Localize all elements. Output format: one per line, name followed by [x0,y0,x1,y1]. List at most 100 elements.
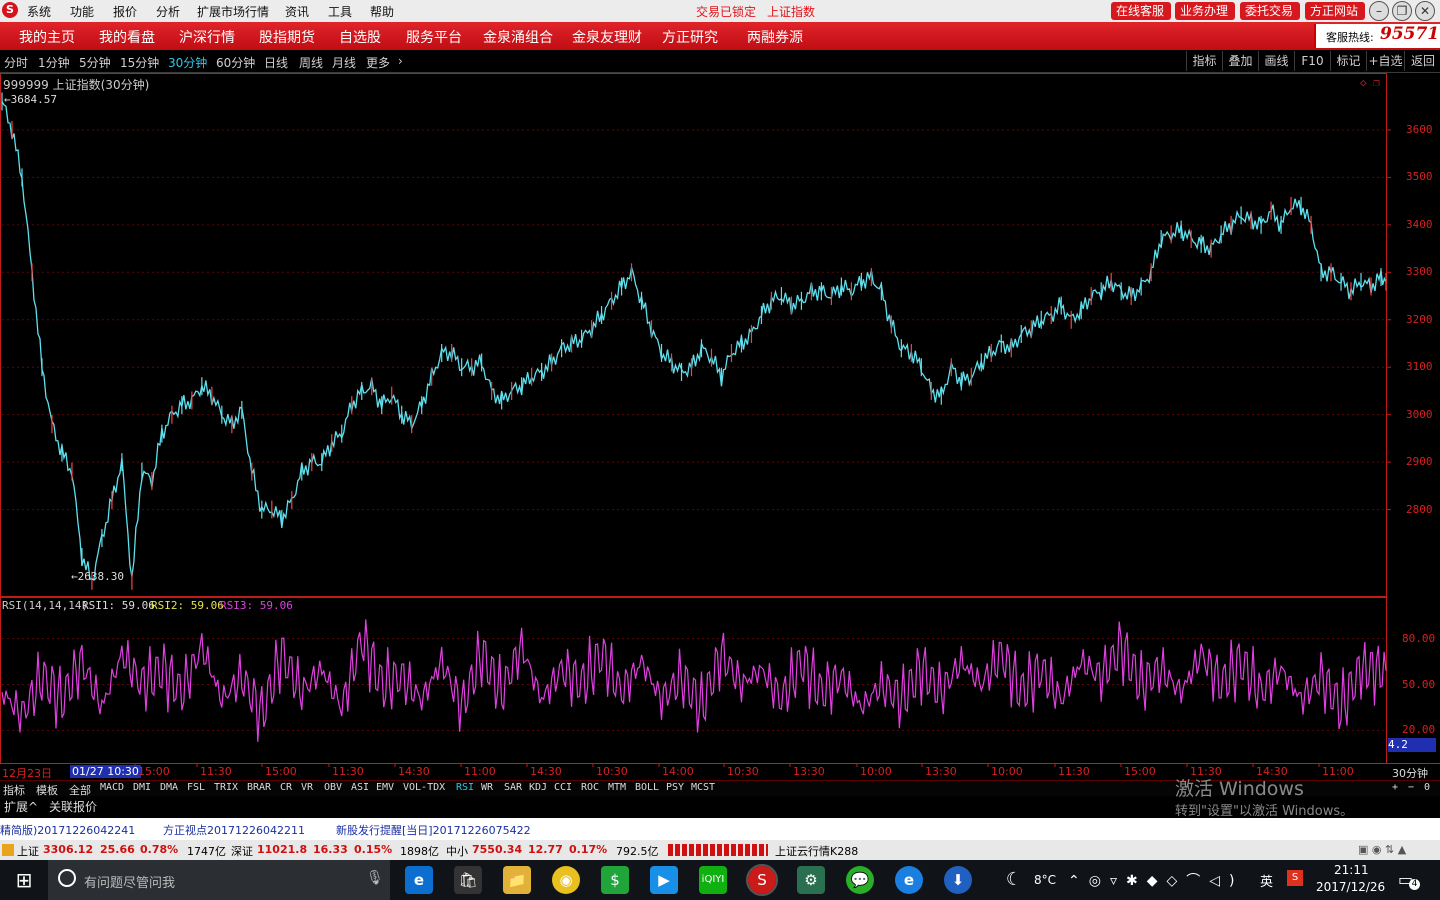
indicator-tab-mtm[interactable]: MTM [608,782,626,793]
tool-f10[interactable]: F10 [1294,51,1330,71]
kline-chart[interactable] [0,73,1440,780]
restore-icon[interactable]: ❐ [1392,1,1412,21]
indicator-tab-asi[interactable]: ASI [351,782,369,793]
minimize-icon[interactable]: – [1369,1,1389,21]
status-tool-icons[interactable]: ▣ ◉ ⇅ ▲ [1358,843,1406,856]
nav-hs-market[interactable]: 沪深行情 [179,27,235,47]
period-5min[interactable]: 5分钟 [79,54,111,71]
news-item[interactable]: 新股发行提醒[当日]20171226075422 [336,822,531,838]
menu-quote[interactable]: 报价 [113,3,137,20]
video-player-icon[interactable]: ▶ [650,866,678,894]
menu-analysis[interactable]: 分析 [156,3,180,20]
zoom-out-button[interactable]: − [1408,782,1414,793]
nav-watchlist[interactable]: 自选股 [339,27,381,47]
indicator-tab-cr[interactable]: CR [280,782,292,793]
period-more[interactable]: 更多 [366,54,390,71]
menu-help[interactable]: 帮助 [370,3,394,20]
money-app-icon[interactable]: $ [601,866,629,894]
tray-icons[interactable]: ⌃◎▿✱◆◇⌒◁) [1068,870,1243,890]
period-30min[interactable]: 30分钟 [168,54,207,71]
news-item[interactable]: 精简版)20171226042241 [0,822,135,838]
nav-margin-source[interactable]: 两融券源 [747,27,803,47]
period-intraday[interactable]: 分时 [4,54,28,71]
hotline-banner[interactable]: 客服热线: 95571 [1314,24,1440,48]
trade-order-button[interactable]: 委托交易 [1240,2,1300,20]
indicator-tab-roc[interactable]: ROC [581,782,599,793]
period-1min[interactable]: 1分钟 [38,54,70,71]
menu-function[interactable]: 功能 [70,3,94,20]
nav-index-futures[interactable]: 股指期货 [259,27,315,47]
menu-extended-market[interactable]: 扩展市场行情 [197,3,269,20]
nav-research[interactable]: 方正研究 [662,27,718,47]
weather-moon-icon[interactable]: ☾ [1000,866,1028,894]
wechat-icon[interactable]: 💬 [846,866,874,894]
clock-date[interactable]: 2017/12/26 [1316,880,1385,894]
menu-system[interactable]: 系统 [27,3,51,20]
news-item[interactable]: 方正视点20171226042211 [163,822,305,838]
website-button[interactable]: 方正网站 [1305,2,1365,20]
zoom-reset-button[interactable]: 0 [1424,782,1430,793]
zoom-in-button[interactable]: + [1392,782,1398,793]
indicator-tab-dma[interactable]: DMA [160,782,178,793]
nav-wealth[interactable]: 金泉友理财 [572,27,642,47]
iqiyi-icon[interactable]: iQIYI [699,866,727,894]
file-explorer-icon[interactable]: 📁 [503,866,531,894]
tool-draw[interactable]: 画线 [1258,51,1294,71]
indicator-tab-vr[interactable]: VR [301,782,313,793]
indicator-tab-vol-tdx[interactable]: VOL-TDX [403,782,445,793]
main-nav-bar: 我的主页 我的看盘 沪深行情 股指期货 自选股 服务平台 金泉涌组合 金泉友理财… [0,22,1440,50]
nav-portfolio[interactable]: 金泉涌组合 [483,27,553,47]
tool-indicator[interactable]: 指标 [1186,51,1222,71]
tool-mark[interactable]: 标记 [1330,51,1366,71]
cortana-search[interactable]: 有问题尽管问我 🎙 [48,860,390,900]
indicator-tab-wr[interactable]: WR [481,782,493,793]
nav-my-watch[interactable]: 我的看盘 [99,27,155,47]
indicator-tab-kdj[interactable]: KDJ [529,782,547,793]
tool-app-icon[interactable]: ⚙ [797,866,825,894]
network-app-icon[interactable]: ⬇ [944,866,972,894]
close-icon[interactable]: ✕ [1415,1,1435,21]
indicator-tab-trix[interactable]: TRIX [214,782,238,793]
indicator-tab-brar[interactable]: BRAR [247,782,271,793]
period-monthly[interactable]: 月线 [332,54,356,71]
ime-indicator[interactable]: 英 [1260,871,1273,890]
clock-time[interactable]: 21:11 [1334,863,1369,877]
tool-back[interactable]: 返回 [1404,51,1440,71]
period-60min[interactable]: 60分钟 [216,54,255,71]
extend-toggle[interactable]: 扩展^ [4,798,38,815]
tool-overlay[interactable]: 叠加 [1222,51,1258,71]
windows-start-icon[interactable]: ⊞ [10,866,38,894]
store-icon[interactable]: 🛍 [454,866,482,894]
chevron-right-icon[interactable]: › [398,54,403,68]
period-daily[interactable]: 日线 [264,54,288,71]
indicator-tab-cci[interactable]: CCI [554,782,572,793]
business-button[interactable]: 业务办理 [1175,2,1235,20]
period-weekly[interactable]: 周线 [299,54,323,71]
chart-corner-icon[interactable]: ◇ ❐ [1360,76,1380,89]
microphone-icon[interactable]: 🎙 [366,870,384,886]
founder-app-icon[interactable]: S [746,864,778,896]
indicator-tab-mcst[interactable]: MCST [691,782,715,793]
indicator-tab-sar[interactable]: SAR [504,782,522,793]
menu-news[interactable]: 资讯 [285,3,309,20]
edge-browser-icon[interactable]: e [405,866,433,894]
indicator-tab-macd[interactable]: MACD [100,782,124,793]
nav-my-home[interactable]: 我的主页 [19,27,75,47]
indicator-tab-obv[interactable]: OBV [324,782,342,793]
tool-add-watch[interactable]: +自选 [1366,51,1404,71]
nav-service-platform[interactable]: 服务平台 [406,27,462,47]
indicator-tab-emv[interactable]: EMV [376,782,394,793]
ie-icon[interactable]: e [895,866,923,894]
online-service-button[interactable]: 在线客服 [1111,2,1171,20]
period-15min[interactable]: 15分钟 [120,54,159,71]
indicator-tab-dmi[interactable]: DMI [133,782,151,793]
indicator-tab-boll[interactable]: BOLL [635,782,659,793]
indicator-tab-rsi[interactable]: RSI [456,782,474,793]
indicator-tab-psy[interactable]: PSY [666,782,684,793]
menu-tools[interactable]: 工具 [328,3,352,20]
sogou-ime-icon[interactable]: S [1287,870,1303,886]
app-browser-icon[interactable]: ◉ [552,866,580,894]
status-menu-icon[interactable] [2,844,14,856]
related-quotes-tab[interactable]: 关联报价 [49,798,97,815]
indicator-tab-fsl[interactable]: FSL [187,782,205,793]
